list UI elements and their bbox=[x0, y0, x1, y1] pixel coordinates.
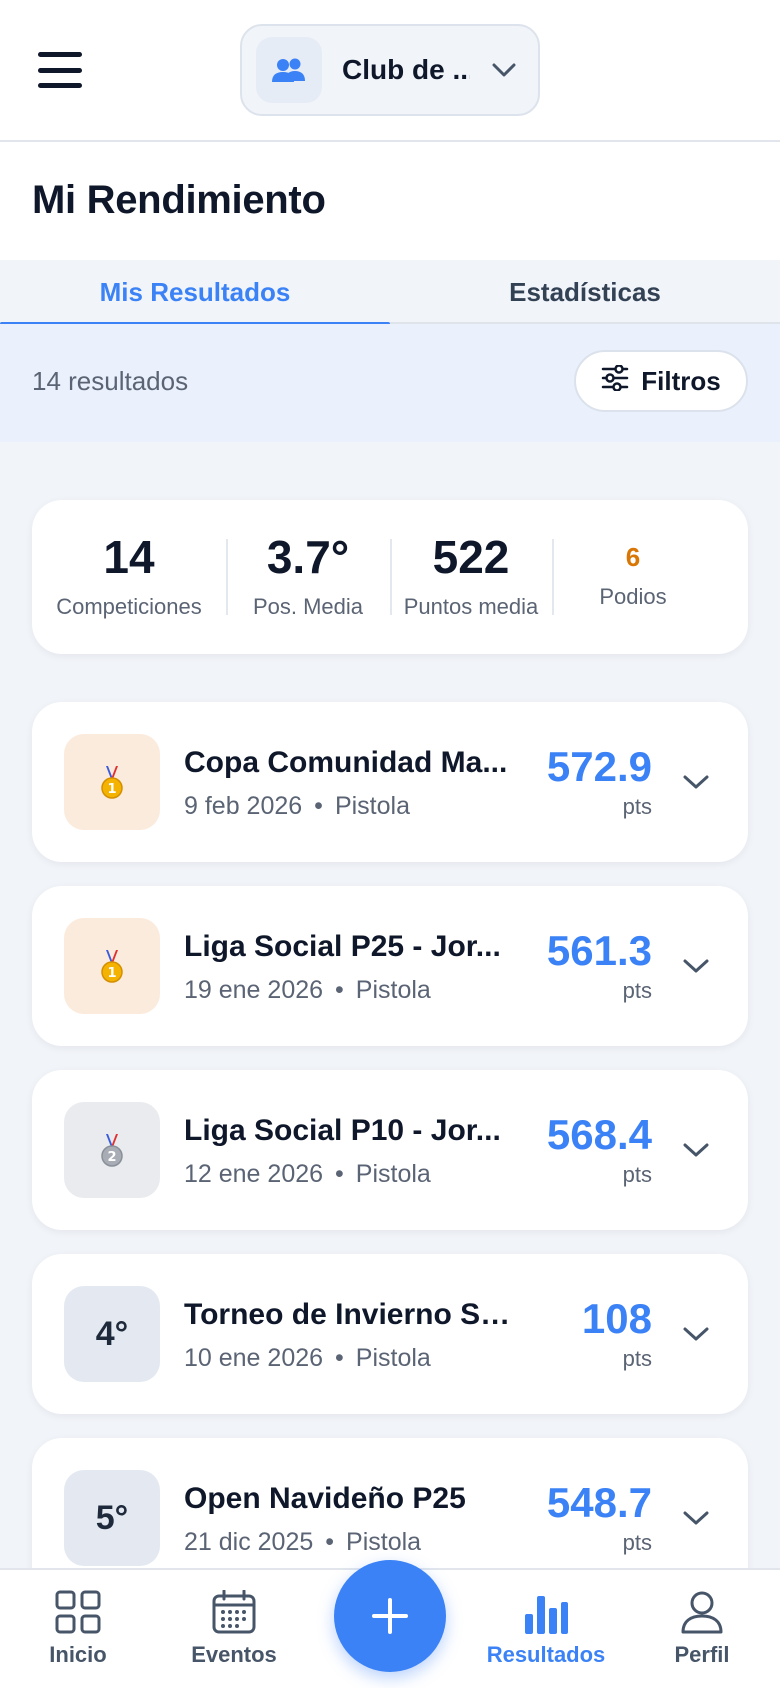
gold-medal-icon: 1 bbox=[101, 950, 123, 983]
user-icon bbox=[681, 1591, 723, 1634]
result-score: 568.4 bbox=[546, 1111, 652, 1158]
nav-label: Resultados bbox=[486, 1642, 606, 1667]
result-unit: pts bbox=[622, 1162, 652, 1187]
club-selector[interactable]: Club de ... bbox=[240, 24, 540, 116]
chevron-down-icon[interactable] bbox=[680, 1502, 712, 1534]
stats-summary-card: 14 Competiciones 3.7° Pos. Media 522 Pun… bbox=[32, 500, 748, 654]
result-card[interactable]: 1 Copa Comunidad Ma... 9 feb 2026 • Pistol… bbox=[32, 702, 748, 862]
position-badge: 1 bbox=[64, 734, 160, 830]
users-icon bbox=[256, 37, 322, 103]
result-date: 9 feb 2026 bbox=[184, 792, 303, 820]
stat-podios: 6 Podios bbox=[552, 537, 714, 617]
result-card[interactable]: 4° Torneo de Invierno Skeet 10 ene 2026 •… bbox=[32, 1254, 748, 1414]
nav-item-eventos[interactable]: Eventos bbox=[164, 1590, 304, 1686]
result-score: 561.3 bbox=[546, 927, 652, 974]
svg-text:2: 2 bbox=[107, 1150, 116, 1165]
sliders-icon bbox=[601, 363, 629, 398]
chevron-down-icon[interactable] bbox=[680, 1318, 712, 1350]
gold-medal-icon: 1 bbox=[101, 766, 123, 799]
add-button[interactable] bbox=[334, 1560, 446, 1672]
position-badge: 2 bbox=[64, 1102, 160, 1198]
svg-text:1: 1 bbox=[107, 966, 116, 981]
nav-label: Perfil bbox=[674, 1642, 730, 1667]
result-name: Liga Social P10 - Jor... bbox=[184, 1114, 501, 1147]
stat-label: Pos. Media bbox=[252, 594, 364, 619]
nav-label: Eventos bbox=[191, 1642, 277, 1667]
nav-label: Inicio bbox=[49, 1642, 107, 1667]
plus-icon bbox=[372, 1598, 408, 1634]
stat-label: Puntos media bbox=[403, 594, 539, 619]
result-score: 548.7 bbox=[546, 1479, 652, 1526]
tab-bar: Mis Resultados Estadísticas bbox=[0, 260, 780, 326]
result-unit: pts bbox=[622, 1346, 652, 1371]
result-score: 108 bbox=[581, 1295, 652, 1342]
result-meta: 10 ene 2026 • Pistola bbox=[184, 1344, 431, 1372]
result-meta: 19 ene 2026 • Pistola bbox=[184, 976, 431, 1004]
club-name: Club de ... bbox=[342, 54, 470, 85]
stat-puntos-media: 522 Puntos media bbox=[390, 531, 552, 619]
calendar-icon bbox=[212, 1590, 256, 1634]
nav-item-resultados[interactable]: Resultados bbox=[476, 1590, 616, 1686]
filters-label: Filtros bbox=[641, 365, 721, 396]
position-badge: 1 bbox=[64, 918, 160, 1014]
result-card[interactable]: 2 Liga Social P10 - Jor... 12 ene 2026 • P… bbox=[32, 1070, 748, 1230]
chevron-down-icon[interactable] bbox=[680, 766, 712, 798]
result-name: Open Navideño P25 bbox=[184, 1482, 466, 1515]
stat-value: 14 bbox=[103, 531, 155, 583]
result-name: Liga Social P25 - Jor... bbox=[184, 930, 501, 963]
position-badge: 5° bbox=[64, 1470, 160, 1566]
result-name: Copa Comunidad Ma... bbox=[184, 746, 508, 779]
stat-competiciones: 14 Competiciones bbox=[32, 531, 226, 619]
result-count: 14 resultados bbox=[32, 366, 189, 396]
result-discipline: Pistola bbox=[355, 1160, 431, 1188]
bar-chart-icon bbox=[525, 1596, 568, 1634]
result-score: 572.9 bbox=[546, 743, 652, 790]
result-meta: 21 dic 2025 • Pistola bbox=[184, 1528, 422, 1556]
hamburger-menu-icon[interactable] bbox=[38, 52, 82, 88]
result-date: 10 ene 2026 bbox=[184, 1344, 324, 1372]
chevron-down-icon bbox=[492, 63, 516, 77]
grid-icon bbox=[55, 1590, 101, 1634]
result-discipline: Pistola bbox=[355, 1344, 431, 1372]
stat-label: Competiciones bbox=[56, 594, 202, 619]
result-card[interactable]: 1 Liga Social P25 - Jor... 19 ene 2026 • P… bbox=[32, 886, 748, 1046]
stat-value: 522 bbox=[432, 531, 510, 583]
tab-estadisticas[interactable]: Estadísticas bbox=[390, 260, 780, 324]
result-unit: pts bbox=[622, 1530, 652, 1555]
nav-item-inicio[interactable]: Inicio bbox=[8, 1590, 148, 1686]
result-discipline: Pistola bbox=[346, 1528, 422, 1556]
stat-value: 3.7° bbox=[266, 531, 350, 583]
result-date: 19 ene 2026 bbox=[184, 976, 324, 1004]
position-badge: 4° bbox=[64, 1286, 160, 1382]
result-date: 12 ene 2026 bbox=[184, 1160, 324, 1188]
result-unit: pts bbox=[622, 978, 652, 1003]
result-meta: 9 feb 2026 • Pistola bbox=[184, 792, 410, 820]
result-discipline: Pistola bbox=[334, 792, 410, 820]
result-discipline: Pistola bbox=[355, 976, 431, 1004]
top-bar: Club de ... bbox=[0, 0, 780, 142]
page-title: Mi Rendimiento bbox=[32, 178, 326, 222]
title-area: Mi Rendimiento bbox=[0, 142, 780, 260]
result-date: 21 dic 2025 bbox=[184, 1528, 314, 1556]
filters-button[interactable]: Filtros bbox=[574, 350, 748, 412]
stat-label: Podios bbox=[599, 584, 667, 609]
chevron-down-icon[interactable] bbox=[680, 1134, 712, 1166]
chevron-down-icon[interactable] bbox=[680, 950, 712, 982]
svg-text:1: 1 bbox=[107, 782, 116, 797]
filter-bar: 14 resultados Filtros bbox=[0, 324, 780, 442]
nav-item-perfil[interactable]: Perfil bbox=[632, 1590, 772, 1686]
result-unit: pts bbox=[622, 794, 652, 819]
result-meta: 12 ene 2026 • Pistola bbox=[184, 1160, 431, 1188]
tab-mis-resultados[interactable]: Mis Resultados bbox=[0, 260, 390, 326]
result-name: Torneo de Invierno Skeet bbox=[184, 1298, 514, 1331]
stat-value: 6 bbox=[625, 542, 641, 572]
stat-posicion-media: 3.7° Pos. Media bbox=[226, 531, 390, 619]
silver-medal-icon: 2 bbox=[101, 1134, 123, 1167]
